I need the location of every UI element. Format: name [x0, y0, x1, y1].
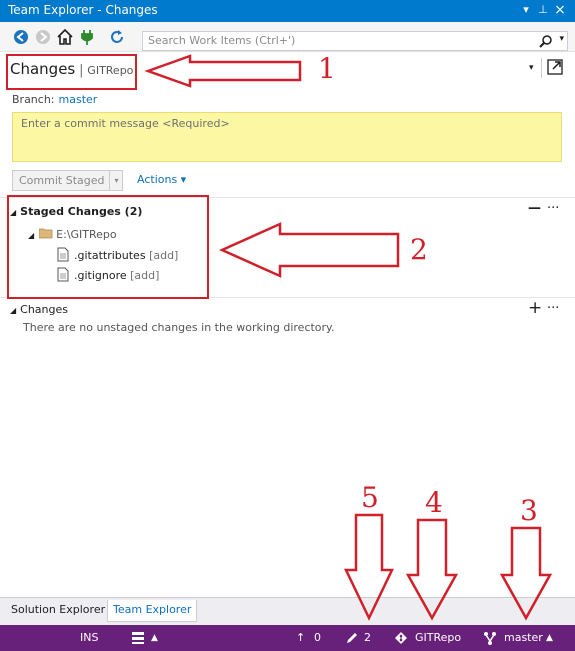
commit-message-input[interactable]: Enter a commit message <Required>	[12, 112, 562, 162]
empty-changes-message: There are no unstaged changes in the wor…	[23, 321, 335, 334]
commit-message-placeholder: Enter a commit message <Required>	[21, 117, 230, 130]
home-icon[interactable]	[56, 28, 74, 46]
search-placeholder: Search Work Items (Ctrl+')	[148, 34, 296, 47]
tab-team-explorer[interactable]: Team Explorer	[107, 600, 198, 622]
staged-more-button[interactable]: ···	[547, 201, 559, 216]
git-repo-icon[interactable]	[394, 631, 408, 645]
annotation-arrow-2	[218, 222, 400, 278]
pin-icon[interactable]: ⊥	[536, 2, 550, 18]
branch-name[interactable]: master	[504, 631, 543, 644]
branch-indicator: Branch: master	[12, 93, 97, 106]
annotation-box-1	[6, 54, 137, 90]
annotation-label-1: 1	[318, 52, 336, 85]
commit-staged-label: Commit Staged	[19, 174, 105, 187]
annotation-arrow-1	[144, 54, 302, 88]
changes-title: Changes	[20, 303, 69, 316]
header-divider	[541, 58, 542, 78]
annotation-box-2	[7, 195, 209, 299]
branch-up-icon[interactable]: ▲	[546, 633, 553, 643]
layout-up-icon[interactable]: ▲	[151, 633, 158, 643]
insert-mode-indicator[interactable]: INS	[80, 631, 98, 644]
branch-label: Branch:	[12, 93, 55, 106]
connect-icon[interactable]	[78, 28, 96, 46]
commit-staged-button[interactable]: Commit Staged ▾	[12, 170, 123, 191]
stage-all-button[interactable]: +	[528, 298, 542, 318]
annotation-label-2: 2	[410, 233, 428, 266]
changes-more-button[interactable]: ···	[547, 301, 559, 316]
actions-menu[interactable]: Actions ▾	[137, 173, 186, 186]
annotation-label-3: 3	[520, 494, 538, 527]
unpushed-commits-count[interactable]: 0	[314, 631, 321, 644]
close-icon[interactable]: ×	[553, 2, 567, 18]
pending-changes-count[interactable]: 2	[364, 631, 371, 644]
changes-header[interactable]: ◢ Changes	[10, 302, 68, 316]
back-icon[interactable]	[12, 28, 30, 46]
annotation-label-4: 4	[425, 486, 443, 519]
search-dropdown-icon[interactable]: ▾	[559, 34, 564, 44]
refresh-icon[interactable]	[108, 28, 126, 46]
page-menu-dropdown-icon[interactable]: ▾	[529, 63, 534, 73]
layout-icon[interactable]	[131, 631, 145, 645]
repository-name[interactable]: GITRepo	[415, 631, 461, 644]
window-dropdown-icon[interactable]: ▾	[519, 2, 533, 18]
collapse-triangle-icon[interactable]: ◢	[10, 306, 16, 315]
title-bar: Team Explorer - Changes ▾ ⊥ ×	[0, 0, 575, 22]
undock-page-icon[interactable]	[546, 58, 564, 76]
branch-link[interactable]: master	[59, 93, 98, 106]
pencil-icon[interactable]	[345, 631, 359, 645]
tab-solution-explorer[interactable]: Solution Explorer	[6, 600, 110, 622]
commit-options-dropdown-icon[interactable]: ▾	[109, 171, 123, 190]
tool-window-tabs: Solution Explorer Team Explorer	[0, 597, 575, 625]
unpushed-commits-icon[interactable]: ↑	[296, 631, 305, 644]
search-work-items-input[interactable]: Search Work Items (Ctrl+') ▾	[142, 31, 568, 51]
branch-icon[interactable]	[483, 631, 497, 645]
window-title: Team Explorer - Changes	[8, 3, 158, 17]
annotation-label-5: 5	[361, 481, 379, 514]
unstage-all-button[interactable]: —	[528, 201, 541, 216]
forward-icon[interactable]	[34, 28, 52, 46]
search-icon[interactable]	[539, 34, 553, 48]
status-bar: INS ▲ ↑ 0 2 GITRepo master ▲	[0, 625, 575, 651]
